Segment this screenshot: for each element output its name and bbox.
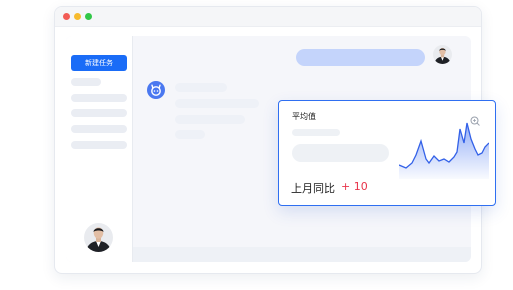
month-over-month-label: 上月同比 (291, 182, 335, 195)
bot-message-line (175, 83, 227, 92)
close-dot[interactable] (63, 13, 70, 20)
sidebar-item[interactable] (71, 141, 127, 149)
bot-message-line (175, 130, 205, 139)
bot-message-line (175, 115, 245, 124)
card-placeholder-line (292, 129, 340, 136)
average-card[interactable]: 平均值 上月同比 + 10 (278, 100, 496, 206)
sparkline-chart (399, 122, 489, 179)
card-title: 平均值 (292, 112, 316, 121)
user-avatar[interactable] (84, 223, 113, 252)
new-task-button[interactable]: 新建任务 (71, 55, 127, 71)
sidebar: 新建任务 (66, 36, 133, 262)
sidebar-item[interactable] (71, 109, 127, 117)
title-bar (55, 7, 481, 27)
sidebar-item[interactable] (71, 94, 127, 102)
sidebar-item[interactable] (71, 78, 101, 86)
sidebar-item[interactable] (71, 125, 127, 133)
bot-message-line (175, 99, 259, 108)
minimize-dot[interactable] (74, 13, 81, 20)
message-input-bar[interactable] (133, 247, 471, 262)
month-over-month-value: + 10 (341, 180, 368, 193)
card-placeholder-pill (292, 144, 389, 162)
user-message-bubble (296, 49, 425, 66)
maximize-dot[interactable] (85, 13, 92, 20)
user-avatar-chat (433, 45, 452, 64)
bot-icon (147, 81, 165, 99)
